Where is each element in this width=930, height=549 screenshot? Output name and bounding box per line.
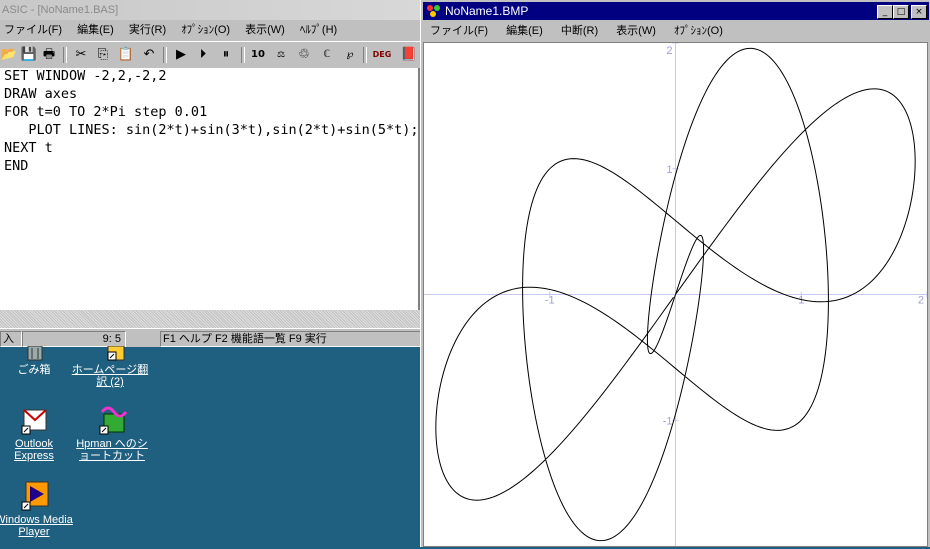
toolbar-separator xyxy=(363,47,367,63)
x-tick-label: -1 xyxy=(545,295,555,307)
desktop-icon-outlook-express[interactable]: Outlook Express xyxy=(0,404,74,462)
graph-window: NoName1.BMP _ □ × ファイル(F) 編集(E) 中断(R) 表示… xyxy=(420,0,930,547)
horizontal-scrollbar[interactable] xyxy=(0,310,420,328)
play-icon[interactable]: ▶ xyxy=(172,46,190,64)
code-line: END xyxy=(4,158,29,174)
plot-svg: -1 1 2 2 1 -1 xyxy=(424,42,928,546)
code-line: SET WINDOW -2,2,-2,2 xyxy=(4,68,167,84)
app-logo-icon xyxy=(426,4,442,18)
desktop-icon-translate[interactable]: ホームページ翻訳 (2) xyxy=(70,345,150,388)
code-line: NEXT t xyxy=(4,140,53,156)
hpman-shortcut-icon xyxy=(96,404,128,436)
menu-run[interactable]: 実行(R) xyxy=(129,24,166,36)
graph-menu-bar: ファイル(F) 編集(E) 中断(R) 表示(W) ｵﾌﾟｼｮﾝ(O) xyxy=(421,21,930,41)
desktop-icon-label: Hpman へのショートカット xyxy=(76,438,148,462)
menu-view[interactable]: 表示(W) xyxy=(245,24,285,36)
desktop-icon-label: ホームページ翻訳 (2) xyxy=(71,364,149,388)
desktop-icon-media-player[interactable]: Windows Media Player xyxy=(0,480,74,538)
paste-icon[interactable]: 📋 xyxy=(117,46,135,64)
number-format-icon[interactable]: 10 xyxy=(249,46,267,64)
graph-menu-options[interactable]: ｵﾌﾟｼｮﾝ(O) xyxy=(674,25,723,37)
toolbar-separator xyxy=(241,47,245,63)
undo-icon[interactable]: ↶ xyxy=(140,46,158,64)
code-line: PLOT LINES: sin(2*t)+sin(3*t),sin(2*t)+s… xyxy=(4,122,419,138)
desktop-icon-label: Windows Media Player xyxy=(0,514,73,538)
menu-file[interactable]: ファイル(F) xyxy=(4,24,62,36)
desktop-icon-label: ごみ箱 xyxy=(17,364,51,376)
complex-icon[interactable]: ℂ xyxy=(318,46,336,64)
pause-icon[interactable]: ⏸ xyxy=(217,46,235,64)
basic-menu-bar: ファイル(F) 編集(E) 実行(R) ｵﾌﾟｼｮﾝ(O) 表示(W) ﾍﾙﾌﾟ… xyxy=(0,20,420,40)
maximize-button[interactable]: □ xyxy=(893,5,909,19)
code-editor[interactable]: SET WINDOW -2,2,-2,2 DRAW axes FOR t=0 T… xyxy=(0,68,420,310)
degree-mode-icon[interactable]: DEG xyxy=(370,46,394,64)
outlook-express-icon xyxy=(18,404,50,436)
close-button[interactable]: × xyxy=(911,5,927,19)
translate-shortcut-icon xyxy=(94,345,126,362)
menu-edit[interactable]: 編集(E) xyxy=(77,24,114,36)
book-icon[interactable]: 📕 xyxy=(400,46,418,64)
scale-icon[interactable]: ⚖ xyxy=(272,46,290,64)
basic-toolbar: 📂 💾 🖶 ✂ ⎘ 📋 ↶ ▶ ⏵ ⏸ 10 ⚖ ♲ ℂ ℘ DEG 📕 xyxy=(0,41,420,69)
graph-menu-file[interactable]: ファイル(F) xyxy=(430,25,488,37)
x-tick-label: 1 xyxy=(798,295,804,307)
media-player-icon xyxy=(18,480,50,512)
menu-options[interactable]: ｵﾌﾟｼｮﾝ(O) xyxy=(181,24,230,36)
graph-menu-view[interactable]: 表示(W) xyxy=(616,25,656,37)
toolbar-separator xyxy=(63,47,67,63)
input-mode-indicator: 入 xyxy=(0,331,22,347)
y-tick-label: -1 xyxy=(663,415,673,427)
copy-icon[interactable]: ⎘ xyxy=(94,46,112,64)
menu-help[interactable]: ﾍﾙﾌﾟ(H) xyxy=(300,24,337,36)
matrix-icon[interactable]: ℘ xyxy=(341,46,359,64)
x-tick-label: 2 xyxy=(918,295,924,307)
toolbar-separator xyxy=(163,47,167,63)
code-line: FOR t=0 TO 2*Pi step 0.01 xyxy=(4,104,208,120)
basic-editor-window: ASIC - [NoName1.BAS] ファイル(F) 編集(E) 実行(R)… xyxy=(0,0,422,347)
step-icon[interactable]: ⏵ xyxy=(194,46,212,64)
y-tick-label: 2 xyxy=(666,45,672,57)
floppy-disk-icon[interactable]: 💾 xyxy=(20,46,38,64)
cursor-position: 9: 5 xyxy=(22,331,126,347)
printer-icon[interactable]: 🖶 xyxy=(40,46,58,64)
memory-icon[interactable]: ♲ xyxy=(295,46,313,64)
scissors-icon[interactable]: ✂ xyxy=(72,46,90,64)
desktop-icon-hpman[interactable]: Hpman へのショートカット xyxy=(72,404,152,462)
graph-menu-break[interactable]: 中断(R) xyxy=(561,25,598,37)
function-key-hints: F1 ヘルプ F2 機能語一覧 F9 実行 xyxy=(160,331,422,347)
status-bar: 入 9: 5 F1 ヘルプ F2 機能語一覧 F9 実行 xyxy=(0,328,422,347)
recycle-bin-icon xyxy=(18,345,50,362)
graph-canvas: -1 1 2 2 1 -1 xyxy=(423,42,928,547)
y-tick-label: 1 xyxy=(666,164,672,176)
basic-window-title: ASIC - [NoName1.BAS] xyxy=(0,0,422,20)
graph-window-title: NoName1.BMP xyxy=(445,4,529,18)
desktop-icon-recycle-bin[interactable]: ごみ箱 xyxy=(0,345,74,376)
minimize-button[interactable]: _ xyxy=(877,5,893,19)
graph-title-bar[interactable]: NoName1.BMP _ □ × xyxy=(423,2,929,20)
graph-menu-edit[interactable]: 編集(E) xyxy=(506,25,543,37)
code-line: DRAW axes xyxy=(4,86,78,102)
desktop-icon-label: Outlook Express xyxy=(14,438,54,462)
folder-open-icon[interactable]: 📂 xyxy=(0,46,18,64)
